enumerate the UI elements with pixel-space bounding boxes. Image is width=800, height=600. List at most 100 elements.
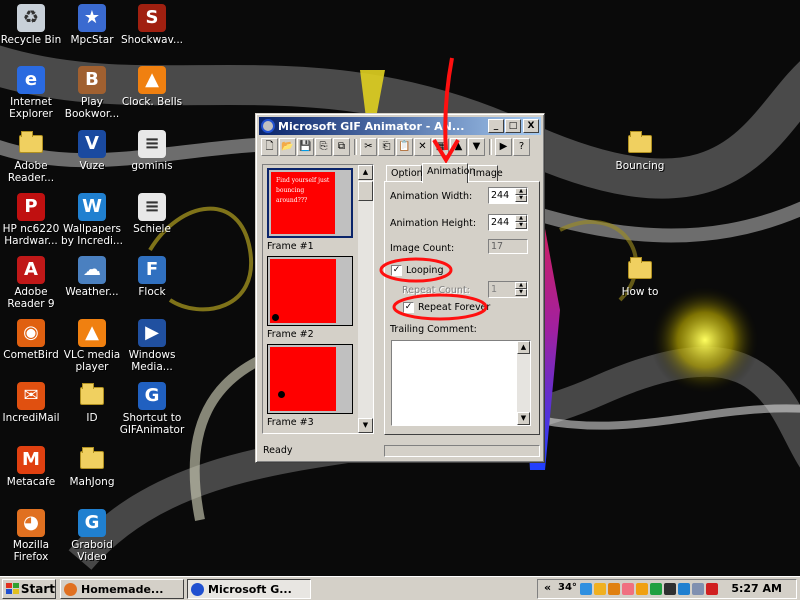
tray-temperature[interactable]: 34° [558,582,577,593]
save-as-icon[interactable]: ⧉ [333,138,350,156]
cometbird-icon[interactable]: ◉ [17,319,45,347]
windows-media-icon[interactable]: ▶ [138,319,166,347]
spin-up-icon[interactable]: ▲ [515,282,527,289]
desktop-icon[interactable]: G Graboid Video [56,509,128,563]
taskbar-item-homemade[interactable]: Homemade... [60,579,184,599]
vlc-cone-icon[interactable]: ▲ [138,66,166,94]
new-icon[interactable]: 🗋 [261,138,278,156]
frame-list[interactable]: Find yourself just bouncing around??? Fr… [262,164,374,434]
tab-options[interactable]: Options [386,165,428,182]
desktop-icon[interactable]: ▶ Windows Media... [116,319,188,373]
select-all-icon[interactable]: ▦ [432,138,449,156]
start-button[interactable]: Start [2,579,56,599]
desktop-icon[interactable]: F Flock [116,256,188,298]
pdf-icon[interactable]: P [17,193,45,221]
animation-width-field[interactable]: 244 ▲ ▼ [488,187,528,204]
mail-tray-icon[interactable] [622,583,634,595]
desktop-icon[interactable]: MahJong [56,446,128,488]
animation-height-field[interactable]: 244 ▲ ▼ [488,214,528,231]
paste-icon[interactable]: 📋 [396,138,413,156]
spin-down-icon[interactable]: ▼ [515,195,527,202]
notify-tray-icon[interactable] [594,583,606,595]
spin-down-icon[interactable]: ▼ [515,289,527,296]
scroll-down-icon[interactable]: ▼ [358,418,373,433]
bookworm-icon[interactable]: B [78,66,106,94]
scroll-thumb[interactable] [358,181,373,201]
desktop-icon[interactable]: ▲ Clock. Bells [116,66,188,108]
desktop-icon[interactable]: G Shortcut to GIFAnimator [116,382,188,436]
height-spinner[interactable]: ▲ ▼ [515,215,527,230]
frame-list-scrollbar[interactable]: ▲ ▼ [358,165,373,433]
move-up-icon[interactable]: ▲ [450,138,467,156]
network-tray-icon[interactable] [678,583,690,595]
gif-animator-icon[interactable]: G [138,382,166,410]
volume-tray-icon[interactable] [692,583,704,595]
comment-scrollbar[interactable]: ▲ ▼ [517,341,530,425]
move-down-icon[interactable]: ▼ [468,138,485,156]
maximize-button[interactable]: □ [505,119,521,133]
messenger-tray-icon[interactable] [636,583,648,595]
folder-icon[interactable] [17,130,45,158]
document-icon[interactable]: ≡ [138,193,166,221]
scroll-up-icon[interactable]: ▲ [517,341,530,354]
folder-icon[interactable] [626,130,654,158]
vlc-cone-icon[interactable]: ▲ [78,319,106,347]
document-icon[interactable]: ≡ [138,130,166,158]
spin-down-icon[interactable]: ▼ [515,222,527,229]
minimize-button[interactable]: _ [488,119,504,133]
shockwave-icon[interactable]: S [138,4,166,32]
tray-collapse-icon[interactable]: « [544,581,551,594]
flock-icon[interactable]: F [138,256,166,284]
desktop-icon[interactable]: ≡ Schiele [116,193,188,235]
frame-item-3[interactable]: Frame #3 [267,344,353,428]
desktop-icon[interactable]: How to [604,256,676,298]
desktop-icon[interactable]: S Shockwav... [116,4,188,46]
vuze-icon[interactable]: V [78,130,106,158]
frame-item-1[interactable]: Find yourself just bouncing around??? Fr… [267,168,353,252]
cut-icon[interactable]: ✂ [360,138,377,156]
insert-icon[interactable]: ⎘ [315,138,332,156]
frame-thumbnail[interactable]: Find yourself just bouncing around??? [267,168,353,238]
graboid-icon[interactable]: G [78,509,106,537]
internet-explorer-icon[interactable]: e [17,66,45,94]
play-icon[interactable]: ▶ [495,138,512,156]
open-icon[interactable]: 📂 [279,138,296,156]
folder-icon[interactable] [78,382,106,410]
folder-icon[interactable] [626,256,654,284]
repeat-count-field[interactable]: 1 ▲ ▼ [488,281,528,298]
copy-icon[interactable]: ⎗ [378,138,395,156]
mpcstar-icon[interactable]: ★ [78,4,106,32]
adobe-reader-icon[interactable]: A [17,256,45,284]
trailing-comment-textarea[interactable]: ▲ ▼ [391,340,531,426]
repeat-spinner[interactable]: ▲ ▼ [515,282,527,297]
frame-thumbnail[interactable] [267,256,353,326]
weather-tray-icon[interactable] [580,583,592,595]
tab-animation[interactable]: Animation [422,163,475,183]
metacafe-icon[interactable]: M [17,446,45,474]
save-icon[interactable]: 💾 [297,138,314,156]
sun-tray-icon[interactable] [608,583,620,595]
frame-item-2[interactable]: Frame #2 [267,256,353,340]
scroll-up-icon[interactable]: ▲ [358,165,373,180]
app-tray-icon[interactable] [664,583,676,595]
delete-icon[interactable]: ✕ [414,138,431,156]
spin-up-icon[interactable]: ▲ [515,188,527,195]
folder-icon[interactable] [78,446,106,474]
title-bar[interactable]: Microsoft GIF Animator - AN... _ □ X [259,117,541,135]
looping-label[interactable]: Looping [406,265,443,276]
looping-checkbox[interactable]: ✓ [391,265,402,276]
scroll-down-icon[interactable]: ▼ [517,412,530,425]
weather-icon[interactable]: ☁ [78,256,106,284]
wallpapers-icon[interactable]: W [78,193,106,221]
shield-tray-icon[interactable] [706,583,718,595]
repeat-forever-label[interactable]: Repeat Forever [418,302,490,313]
recycle-bin-icon[interactable]: ♻ [17,4,45,32]
spin-up-icon[interactable]: ▲ [515,215,527,222]
help-icon[interactable]: ? [513,138,530,156]
repeat-forever-checkbox[interactable]: ✓ [403,302,414,313]
close-button[interactable]: X [523,119,539,133]
firefox-icon[interactable]: ◕ [17,509,45,537]
incredimail-icon[interactable]: ✉ [17,382,45,410]
frame-thumbnail[interactable] [267,344,353,414]
taskbar-item-gif-animator[interactable]: Microsoft G... [187,579,311,599]
